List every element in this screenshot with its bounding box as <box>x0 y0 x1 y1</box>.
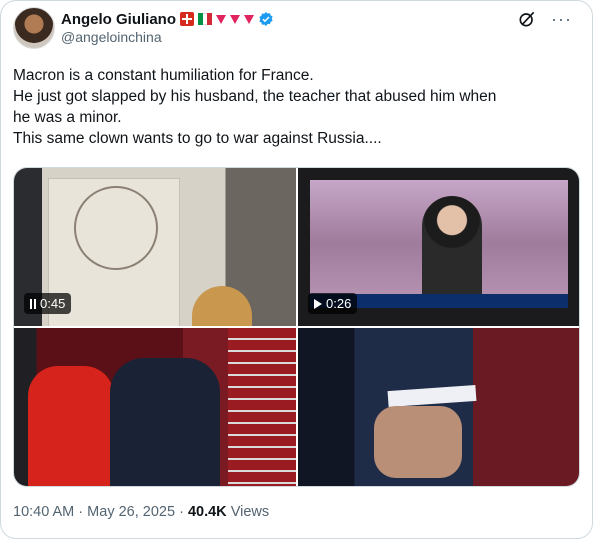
avatar[interactable] <box>13 7 55 49</box>
tweet-line: he was a minor. <box>13 109 122 126</box>
verified-badge-icon <box>259 12 273 26</box>
red-triangle-icon <box>216 14 226 24</box>
video-tile[interactable]: 0:26 <box>298 168 579 326</box>
shirt-cuff-image <box>387 384 477 408</box>
tweet-line: This same clown wants to go to war again… <box>13 130 382 147</box>
red-triangle-icon <box>244 14 254 24</box>
views-count: 40.4K <box>187 504 227 520</box>
handle[interactable]: @angeloinchina <box>61 29 162 45</box>
display-name[interactable]: Angelo Giuliano <box>61 11 176 28</box>
pause-icon[interactable] <box>30 298 36 309</box>
tweet-text: Macron is a constant humiliation for Fra… <box>13 65 578 149</box>
seal-image <box>74 186 158 270</box>
video-duration: 0:45 <box>40 296 66 311</box>
post-time[interactable]: 10:40 AM <box>13 504 74 520</box>
tweet-card: Angelo Giuliano @angeloinchina ··· Macro… <box>0 0 593 539</box>
photo-tile[interactable] <box>298 328 579 486</box>
stairs-image <box>228 328 296 486</box>
more-options-icon[interactable]: ··· <box>551 10 572 28</box>
cat-image <box>192 286 252 326</box>
photo-tile[interactable] <box>14 328 296 486</box>
red-triangle-icon <box>230 14 240 24</box>
video-tile[interactable]: 0:45 <box>14 168 296 326</box>
tweet-meta: 10:40 AM · May 26, 2025 · 40.4K Views <box>13 504 269 520</box>
video-duration-badge[interactable]: 0:26 <box>308 293 358 314</box>
presenter-image <box>422 196 482 306</box>
top-actions: ··· <box>517 9 572 29</box>
play-icon[interactable] <box>314 298 322 309</box>
views-label: Views <box>230 504 270 520</box>
meta-separator: · <box>179 504 184 520</box>
italian-flag-icon <box>198 13 213 25</box>
media-grid: 0:45 0:26 <box>13 167 580 487</box>
woman-in-red-image <box>28 366 114 486</box>
grok-icon[interactable] <box>517 9 537 29</box>
tweet-line: Macron is a constant humiliation for Fra… <box>13 67 314 84</box>
video-duration: 0:26 <box>326 296 352 311</box>
man-in-suit-image <box>110 358 220 486</box>
post-date[interactable]: May 26, 2025 <box>87 504 175 520</box>
swiss-flag-icon <box>180 12 194 26</box>
fist-image <box>374 406 462 478</box>
meta-separator: · <box>78 504 84 520</box>
video-duration-badge[interactable]: 0:45 <box>24 293 72 314</box>
tweet-line: He just got slapped by his husband, the … <box>13 88 497 105</box>
author-name-row: Angelo Giuliano <box>61 9 274 29</box>
